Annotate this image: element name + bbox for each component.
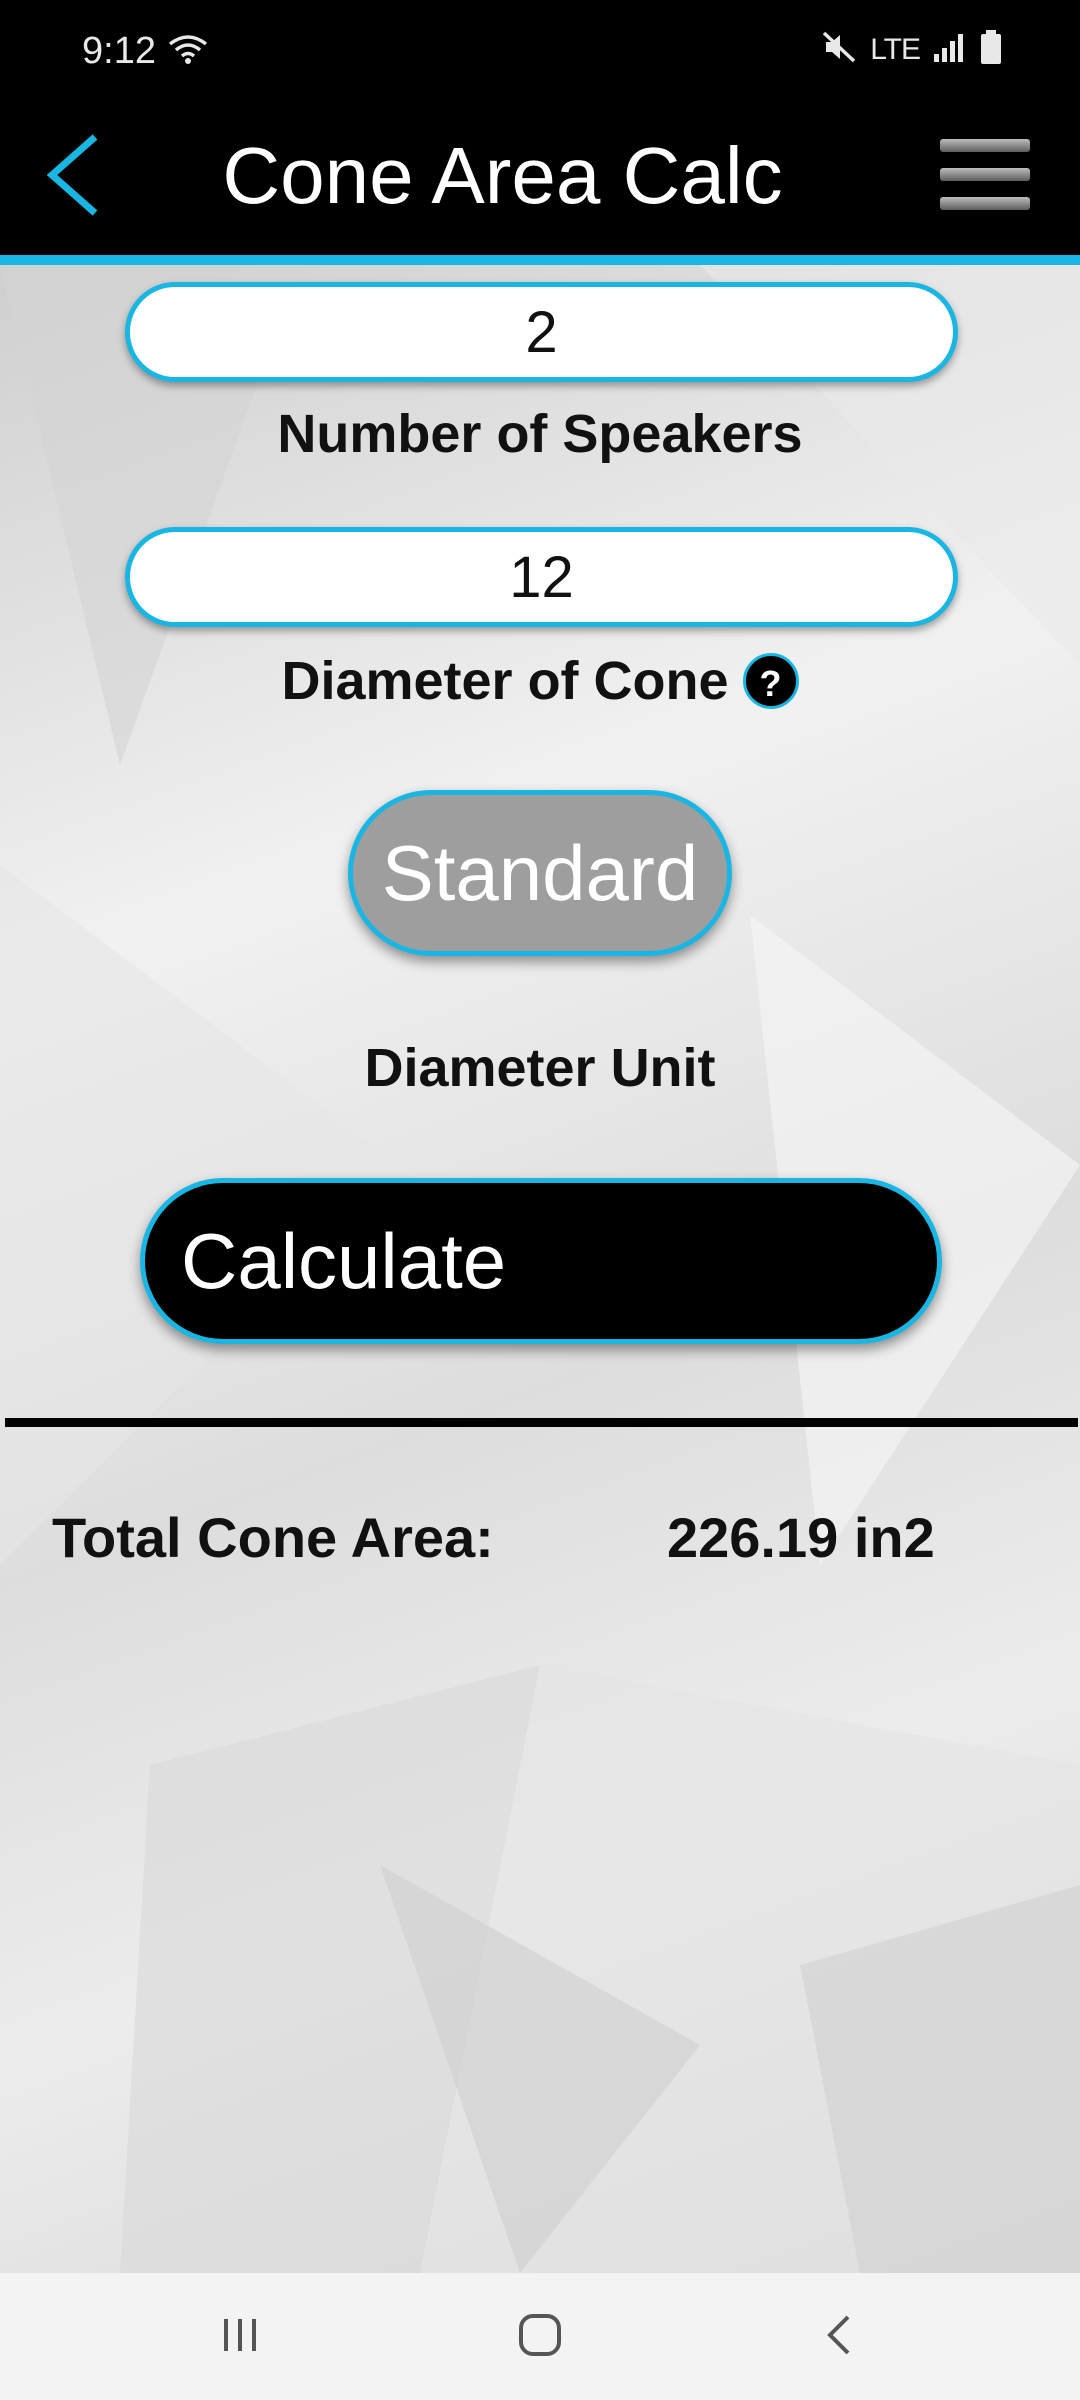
unit-label: Diameter Unit: [364, 1038, 716, 1098]
diameter-label-row: Diameter of Cone?: [0, 650, 1080, 713]
status-time: 9:12: [82, 30, 156, 72]
unit-toggle-button[interactable]: Standard: [348, 790, 732, 956]
status-bar: 9:12 LTE: [0, 0, 1080, 105]
page-title: Cone Area Calc: [222, 131, 783, 220]
app-bar-accent-line: [0, 255, 1080, 265]
mute-icon: [822, 31, 856, 68]
result-value: 226.19 in2: [667, 1506, 935, 1569]
back-icon: [820, 2311, 860, 2364]
home-button[interactable]: [500, 2300, 580, 2375]
diameter-label: Diameter of Cone: [281, 651, 729, 711]
signal-icon: [934, 32, 966, 67]
diameter-input[interactable]: 12: [125, 527, 958, 627]
divider: [5, 1418, 1078, 1427]
recent-apps-icon: [218, 2313, 262, 2362]
result-label: Total Cone Area:: [52, 1506, 494, 1569]
help-icon[interactable]: ?: [742, 652, 799, 709]
home-icon: [516, 2311, 564, 2364]
recent-apps-button[interactable]: [200, 2300, 280, 2375]
wifi-icon: [168, 34, 208, 71]
status-icons: LTE: [822, 30, 1002, 69]
menu-button[interactable]: [940, 135, 1030, 215]
speakers-input[interactable]: 2: [125, 282, 958, 382]
speakers-label: Number of Speakers: [277, 404, 803, 464]
battery-icon: [980, 30, 1002, 69]
network-type: LTE: [870, 32, 921, 66]
calculate-button[interactable]: Calculate: [140, 1178, 942, 1344]
nav-back-button[interactable]: [800, 2300, 880, 2375]
